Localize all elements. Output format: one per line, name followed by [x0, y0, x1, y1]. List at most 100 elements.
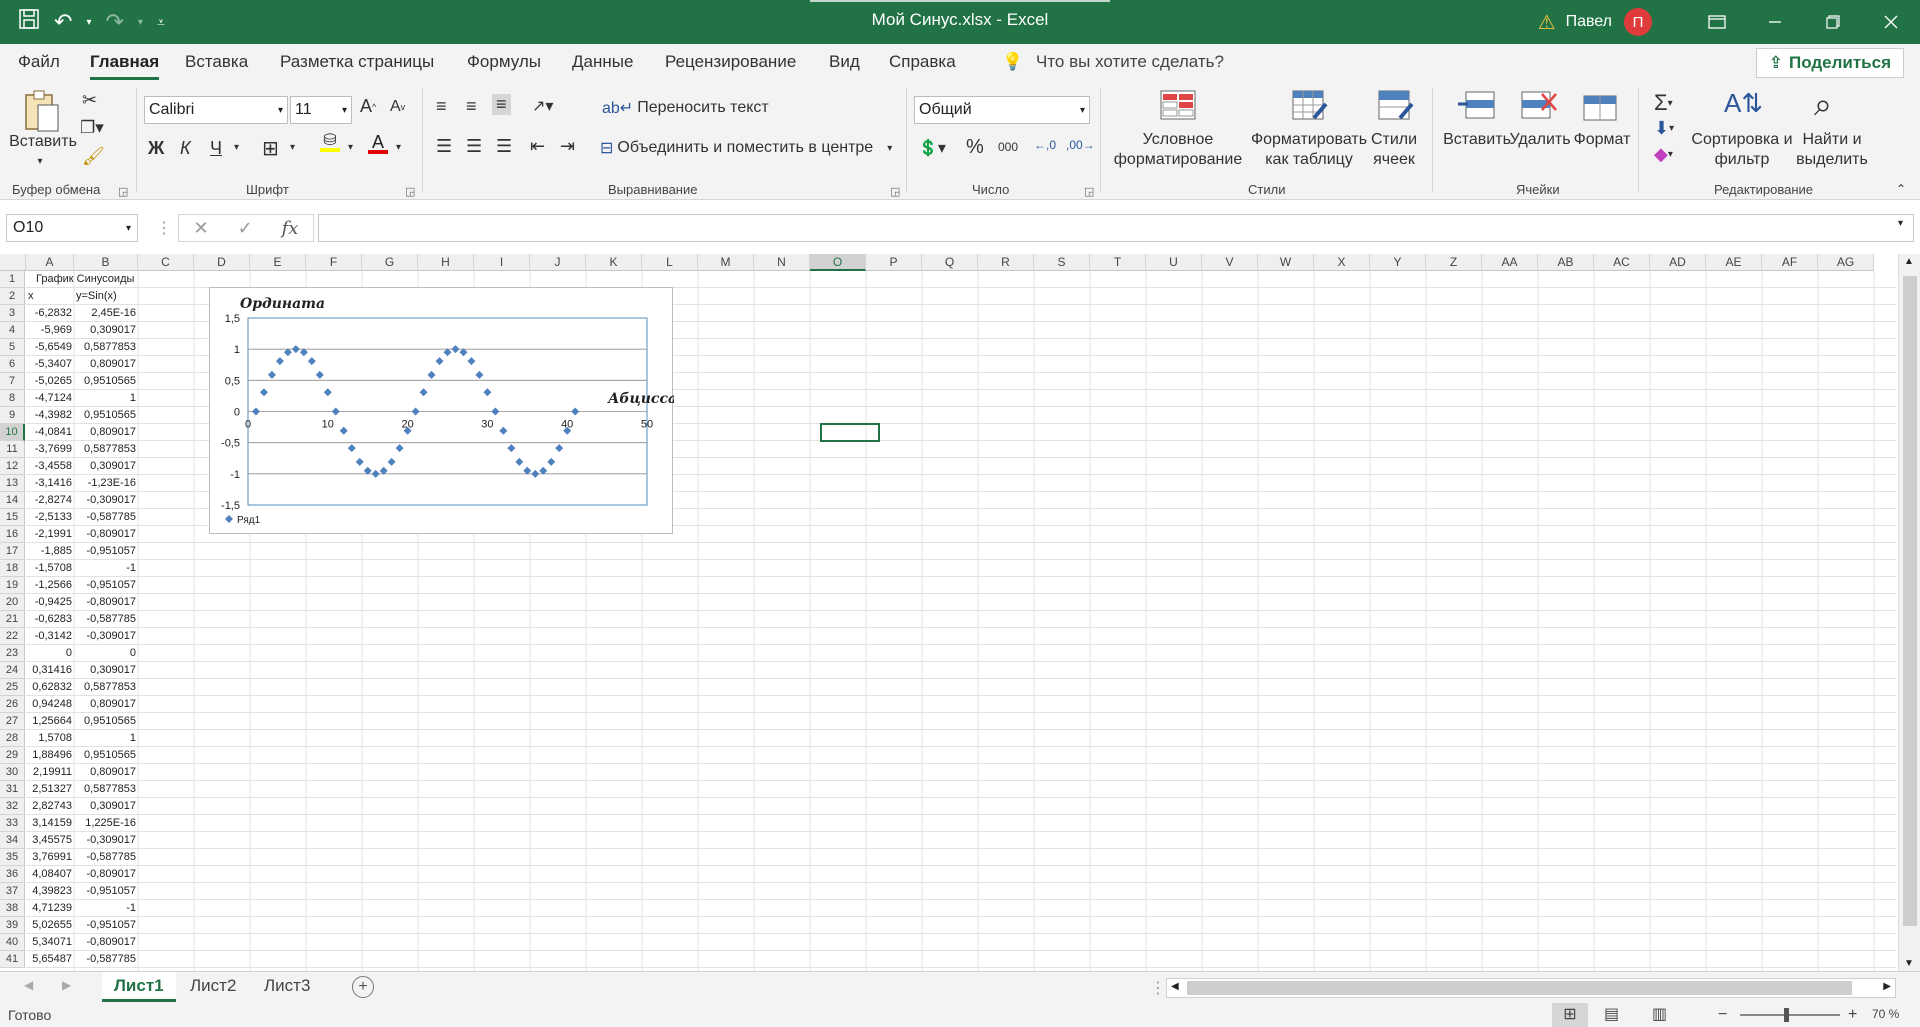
font-color-icon[interactable]: A [368, 133, 388, 154]
tab-formulas[interactable]: Формулы [467, 52, 541, 72]
align-right-icon[interactable]: ☰ [496, 136, 512, 157]
column-header-r[interactable]: R [978, 254, 1034, 271]
add-sheet-icon[interactable]: + [352, 976, 374, 998]
tell-me-search[interactable]: Что вы хотите сделать? [1036, 52, 1224, 72]
cell-b36[interactable]: -0,809017 [76, 866, 136, 883]
format-cells-button[interactable]: Формат [1566, 130, 1638, 150]
font-name-select[interactable]: Calibri ▾ [144, 96, 288, 124]
share-button[interactable]: ⇪ Поделиться [1755, 48, 1904, 78]
tab-file[interactable]: Файл [18, 52, 60, 72]
cell-a32[interactable]: 2,82743 [28, 798, 72, 815]
column-header-u[interactable]: U [1146, 254, 1202, 271]
page-layout-view-icon[interactable]: ▤ [1604, 1003, 1619, 1027]
number-format-select[interactable]: Общий ▾ [914, 96, 1090, 124]
zoom-slider-thumb[interactable] [1784, 1008, 1789, 1022]
clipboard-launcher-icon[interactable]: ◲ [118, 185, 128, 198]
horizontal-scroll-thumb[interactable] [1187, 981, 1852, 995]
sort-filter-icon[interactable]: A⇅ [1724, 88, 1763, 119]
restore-icon[interactable] [1804, 0, 1862, 44]
insert-function-button[interactable]: fx [282, 218, 299, 239]
increase-decimal-icon[interactable]: ←,0 [1034, 138, 1056, 152]
collapse-ribbon-icon[interactable]: ⌃ [1896, 182, 1906, 196]
cell-b2[interactable]: y=Sin(x) [76, 288, 117, 305]
cell-a36[interactable]: 4,08407 [28, 866, 72, 883]
column-header-b[interactable]: B [74, 254, 138, 271]
cell-b8[interactable]: 1 [76, 390, 136, 407]
italic-button[interactable]: К [180, 138, 191, 159]
row-header-29[interactable]: 29 [0, 747, 25, 764]
cell-a34[interactable]: 3,45575 [28, 832, 72, 849]
paste-icon[interactable] [12, 88, 72, 134]
row-header-14[interactable]: 14 [0, 492, 25, 509]
zoom-in-icon[interactable]: + [1848, 1003, 1857, 1027]
conditional-format-icon[interactable] [1160, 90, 1196, 120]
tab-insert[interactable]: Вставка [185, 52, 248, 72]
cell-a17[interactable]: -1,885 [28, 543, 72, 560]
delete-cells-icon[interactable] [1520, 90, 1558, 120]
column-header-w[interactable]: W [1258, 254, 1314, 271]
tab-view[interactable]: Вид [829, 52, 860, 72]
cell-b23[interactable]: 0 [76, 645, 136, 662]
increase-indent-icon[interactable]: ⇥ [560, 136, 575, 157]
cell-a28[interactable]: 1,5708 [28, 730, 72, 747]
selected-cell-o10[interactable] [820, 423, 880, 442]
scroll-sheets-left-icon[interactable]: ◀ [24, 978, 33, 992]
column-header-a[interactable]: A [26, 254, 74, 271]
column-header-aa[interactable]: AA [1482, 254, 1538, 271]
row-header-36[interactable]: 36 [0, 866, 25, 883]
cell-a5[interactable]: -5,6549 [28, 339, 72, 356]
grow-font-icon[interactable]: A ^ [360, 96, 376, 117]
cell-a7[interactable]: -5,0265 [28, 373, 72, 390]
cell-a26[interactable]: 0,94248 [28, 696, 72, 713]
cell-a4[interactable]: -5,969 [28, 322, 72, 339]
scroll-down-icon[interactable]: ▼ [1904, 958, 1914, 969]
align-bottom-icon[interactable]: ≡ [492, 94, 511, 115]
underline-button[interactable]: Ч [210, 138, 222, 159]
font-size-select[interactable]: 11 ▾ [290, 96, 352, 124]
row-header-28[interactable]: 28 [0, 730, 25, 747]
cell-a3[interactable]: -6,2832 [28, 305, 72, 322]
cell-a38[interactable]: 4,71239 [28, 900, 72, 917]
cell-a30[interactable]: 2,19911 [28, 764, 72, 781]
cell-b28[interactable]: 1 [76, 730, 136, 747]
row-header-19[interactable]: 19 [0, 577, 25, 594]
vertical-scrollbar[interactable]: ▲ ▼ [1898, 254, 1920, 971]
cell-a23[interactable]: 0 [28, 645, 72, 662]
cell-a39[interactable]: 5,02655 [28, 917, 72, 934]
cell-b34[interactable]: -0,309017 [76, 832, 136, 849]
cancel-icon[interactable]: ✕ [193, 218, 208, 239]
cell-styles-icon[interactable] [1378, 90, 1414, 122]
row-header-40[interactable]: 40 [0, 934, 25, 951]
fill-color-dropdown-icon[interactable]: ▾ [348, 142, 353, 153]
cell-a6[interactable]: -5,3407 [28, 356, 72, 373]
row-header-2[interactable]: 2 [0, 288, 25, 305]
tab-help[interactable]: Справка [889, 52, 956, 72]
tab-home[interactable]: Главная [90, 52, 160, 80]
zoom-out-icon[interactable]: − [1718, 1003, 1727, 1027]
cell-b7[interactable]: 0,9510565 [76, 373, 136, 390]
row-header-22[interactable]: 22 [0, 628, 25, 645]
select-all-corner[interactable] [0, 254, 26, 271]
cell-a24[interactable]: 0,31416 [28, 662, 72, 679]
row-header-5[interactable]: 5 [0, 339, 25, 356]
cell-b27[interactable]: 0,9510565 [76, 713, 136, 730]
column-header-t[interactable]: T [1090, 254, 1146, 271]
column-header-e[interactable]: E [250, 254, 306, 271]
scroll-sheets-right-icon[interactable]: ▶ [62, 978, 71, 992]
cell-b16[interactable]: -0,809017 [76, 526, 136, 543]
format-as-table-button[interactable]: Форматировать как таблицу [1244, 130, 1374, 170]
copy-icon[interactable]: ❐▾ [80, 118, 104, 138]
autosum-icon[interactable]: Σ ▾ [1654, 90, 1673, 116]
row-header-24[interactable]: 24 [0, 662, 25, 679]
column-header-q[interactable]: Q [922, 254, 978, 271]
column-header-i[interactable]: I [474, 254, 530, 271]
user-name[interactable]: Павел [1566, 13, 1612, 31]
row-header-8[interactable]: 8 [0, 390, 25, 407]
underline-dropdown-icon[interactable]: ▾ [234, 142, 239, 153]
lightbulb-icon[interactable]: 💡 [1002, 52, 1023, 72]
cell-a27[interactable]: 1,25664 [28, 713, 72, 730]
row-header-15[interactable]: 15 [0, 509, 25, 526]
row-header-27[interactable]: 27 [0, 713, 25, 730]
row-header-7[interactable]: 7 [0, 373, 25, 390]
cell-b19[interactable]: -0,951057 [76, 577, 136, 594]
